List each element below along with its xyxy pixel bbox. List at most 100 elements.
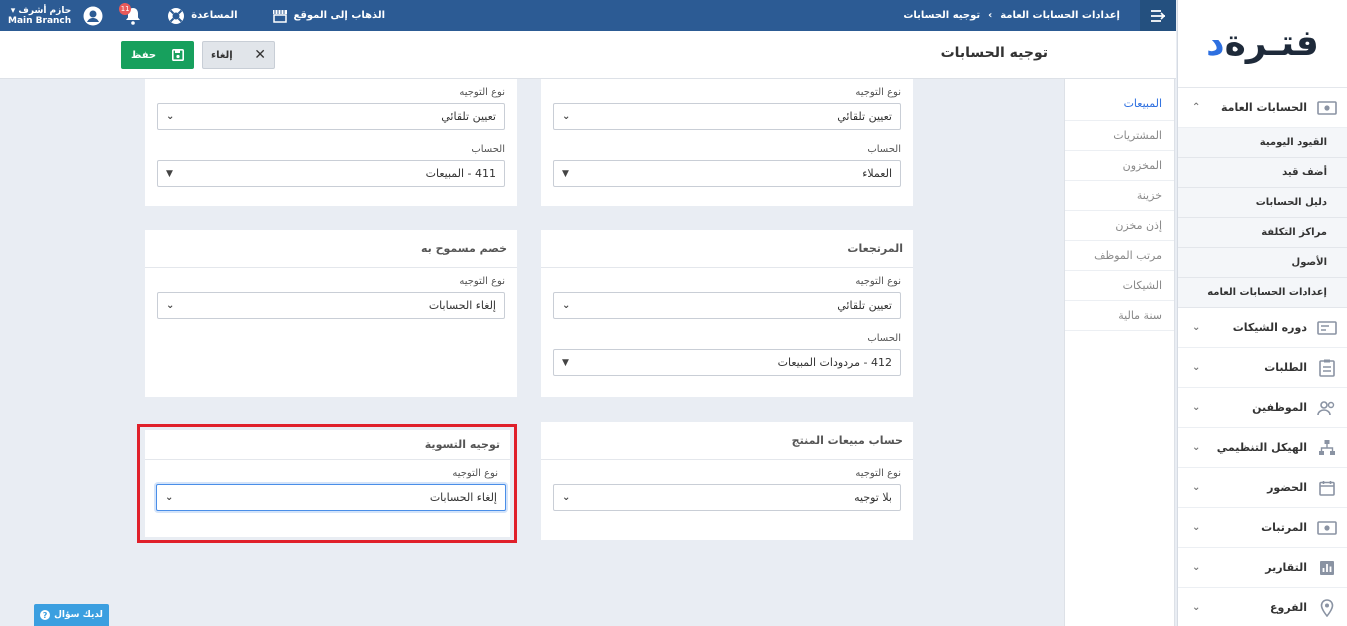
help-link[interactable]: المساعدة bbox=[167, 7, 238, 25]
breadcrumb-parent[interactable]: إعدادات الحسابات العامة bbox=[1000, 10, 1120, 21]
chevron-down-icon: ⌄ bbox=[562, 111, 571, 122]
go-to-site-link[interactable]: الذهاب إلى الموقع bbox=[272, 9, 386, 23]
sidebar-item-employees[interactable]: الموظفين ⌄ bbox=[1178, 388, 1347, 428]
tab-treasury[interactable]: خزينة bbox=[1065, 181, 1174, 211]
caret-down-icon: ▼ bbox=[562, 357, 569, 368]
avatar-icon[interactable] bbox=[83, 6, 103, 26]
card-title: حساب مبيعات المنتج bbox=[541, 422, 913, 460]
sidebar-subitem-chart-of-accounts[interactable]: دليل الحسابات bbox=[1178, 188, 1347, 218]
page-header: توجيه الحسابات حفظ إلغاء ✕ bbox=[0, 31, 1176, 79]
cancel-button[interactable]: إلغاء ✕ bbox=[202, 41, 275, 69]
routing-type-select[interactable]: تعيين تلقائي ⌄ bbox=[553, 103, 901, 130]
sidebar-item-branches[interactable]: الفروع ⌄ bbox=[1178, 588, 1347, 626]
sidebar-item-label: الهيكل التنظيمي bbox=[1216, 441, 1307, 454]
sidebar-subitem-journal[interactable]: القيود اليومية bbox=[1178, 128, 1347, 158]
sidebar-item-label: الحسابات العامة bbox=[1220, 101, 1307, 114]
sidebar-item-requests[interactable]: الطلبات ⌄ bbox=[1178, 348, 1347, 388]
select-value: بلا توجيه bbox=[854, 491, 892, 504]
tab-employee-salary[interactable]: مرتب الموظف bbox=[1065, 241, 1174, 271]
money-icon bbox=[1317, 520, 1337, 536]
tab-inventory[interactable]: المخزون bbox=[1065, 151, 1174, 181]
save-button[interactable]: حفظ bbox=[121, 41, 194, 69]
chevron-down-icon: ⌄ bbox=[562, 300, 571, 311]
sidebar-toggle-button[interactable] bbox=[1140, 0, 1176, 31]
menu-toggle-icon bbox=[1150, 9, 1166, 22]
floppy-disk-icon bbox=[172, 49, 184, 61]
close-icon: ✕ bbox=[254, 47, 266, 63]
tab-fiscal-year[interactable]: سنة مالية bbox=[1065, 301, 1174, 331]
sidebar-item-label: المرتبات bbox=[1261, 521, 1307, 534]
returns-card: المرتجعات نوع التوجيه تعيين تلقائي ⌄ الح… bbox=[541, 230, 913, 397]
go-to-site-label: الذهاب إلى الموقع bbox=[293, 10, 386, 21]
help-question-button[interactable]: ? لديك سؤال bbox=[34, 604, 109, 626]
top-bar: إعدادات الحسابات العامة › توجيه الحسابات… bbox=[0, 0, 1176, 31]
breadcrumb: إعدادات الحسابات العامة › توجيه الحسابات bbox=[903, 0, 1120, 31]
select-value: تعيين تلقائي bbox=[441, 110, 496, 123]
question-icon: ? bbox=[40, 610, 51, 620]
routing-type-select[interactable]: تعيين تلقائي ⌄ bbox=[157, 103, 505, 130]
user-menu[interactable]: ▾ حازم أشرف Main Branch bbox=[8, 6, 71, 26]
cheque-icon bbox=[1317, 320, 1337, 336]
sidebar-item-salaries[interactable]: المرتبات ⌄ bbox=[1178, 508, 1347, 548]
sidebar-item-label: الموظفين bbox=[1252, 401, 1307, 414]
account-label: الحساب bbox=[867, 333, 901, 344]
select-value: 411 - المبيعات bbox=[425, 167, 496, 180]
help-label: المساعدة bbox=[191, 10, 238, 21]
sidebar-item-label: الفروع bbox=[1269, 601, 1307, 614]
select-value: العملاء bbox=[862, 167, 892, 180]
sidebar-item-reports[interactable]: التقارير ⌄ bbox=[1178, 548, 1347, 588]
main-sidebar: فتـرةد الحسابات العامة ⌃ القيود اليومية … bbox=[1177, 0, 1347, 626]
chevron-down-icon: ⌄ bbox=[1192, 322, 1201, 333]
chevron-down-icon: ⌄ bbox=[1192, 522, 1201, 533]
sidebar-item-attendance[interactable]: الحضور ⌄ bbox=[1178, 468, 1347, 508]
chevron-up-icon: ⌃ bbox=[1192, 102, 1201, 113]
sidebar-subitem-cost-centers[interactable]: مراكز التكلفة bbox=[1178, 218, 1347, 248]
money-icon bbox=[1317, 100, 1337, 116]
tab-cheques[interactable]: الشيكات bbox=[1065, 271, 1174, 301]
routing-type-label: نوع التوجيه bbox=[855, 87, 901, 98]
account-select[interactable]: 412 - مردودات المبيعات ▼ bbox=[553, 349, 901, 376]
routing-type-select[interactable]: إلغاء الحسابات ⌄ bbox=[157, 292, 505, 319]
sidebar-item-general-accounts[interactable]: الحسابات العامة ⌃ bbox=[1178, 88, 1347, 128]
account-select[interactable]: 411 - المبيعات ▼ bbox=[157, 160, 505, 187]
lifebuoy-icon bbox=[167, 7, 185, 25]
routing-type-label: نوع التوجيه bbox=[855, 276, 901, 287]
chevron-left-icon: › bbox=[988, 10, 993, 21]
calendar-icon bbox=[1317, 480, 1337, 496]
sidebar-subitem-add-entry[interactable]: أضف قيد bbox=[1178, 158, 1347, 188]
store-icon bbox=[272, 9, 288, 23]
routing-type-label: نوع التوجيه bbox=[459, 276, 505, 287]
sidebar-item-cheques[interactable]: دوره الشيكات ⌄ bbox=[1178, 308, 1347, 348]
highlight-frame bbox=[137, 424, 517, 543]
sales-account-card: نوع التوجيه تعيين تلقائي ⌄ الحساب 411 - … bbox=[145, 79, 517, 206]
sidebar-item-org-structure[interactable]: الهيكل التنظيمي ⌄ bbox=[1178, 428, 1347, 468]
chevron-down-icon: ⌄ bbox=[1192, 402, 1201, 413]
sidebar-item-label: دوره الشيكات bbox=[1232, 321, 1307, 334]
chevron-down-icon: ⌄ bbox=[1192, 562, 1201, 573]
tab-purchases[interactable]: المشتريات bbox=[1065, 121, 1174, 151]
select-value: 412 - مردودات المبيعات bbox=[777, 356, 892, 369]
org-chart-icon bbox=[1317, 439, 1337, 456]
tab-stock-permit[interactable]: إذن مخزن bbox=[1065, 211, 1174, 241]
sidebar-subitem-assets[interactable]: الأصول bbox=[1178, 248, 1347, 278]
select-value: إلغاء الحسابات bbox=[428, 299, 496, 312]
page-title: توجيه الحسابات bbox=[940, 45, 1048, 61]
chevron-down-icon: ⌄ bbox=[166, 111, 175, 122]
notifications-button[interactable]: 11 bbox=[119, 2, 141, 25]
logo[interactable]: فتـرةد bbox=[1178, 0, 1347, 88]
sidebar-subitem-accounts-settings[interactable]: إعدادات الحسابات العامه bbox=[1178, 278, 1347, 308]
sales-customers-card: نوع التوجيه تعيين تلقائي ⌄ الحساب العملا… bbox=[541, 79, 913, 206]
routing-type-select[interactable]: بلا توجيه ⌄ bbox=[553, 484, 901, 511]
routing-type-select[interactable]: تعيين تلقائي ⌄ bbox=[553, 292, 901, 319]
account-select[interactable]: العملاء ▼ bbox=[553, 160, 901, 187]
location-icon bbox=[1317, 598, 1337, 617]
chevron-down-icon: ⌄ bbox=[1192, 362, 1201, 373]
help-question-label: لديك سؤال bbox=[54, 610, 103, 620]
card-title: المرتجعات bbox=[541, 230, 913, 268]
routing-type-label: نوع التوجيه bbox=[459, 87, 505, 98]
topbar-actions: ▾ حازم أشرف Main Branch 11 المساعدة الذه… bbox=[8, 0, 385, 31]
account-label: الحساب bbox=[867, 144, 901, 155]
tab-sales[interactable]: المبيعات bbox=[1065, 79, 1174, 121]
sidebar-item-label: الحضور bbox=[1267, 481, 1307, 494]
product-sales-card: حساب مبيعات المنتج نوع التوجيه بلا توجيه… bbox=[541, 422, 913, 540]
